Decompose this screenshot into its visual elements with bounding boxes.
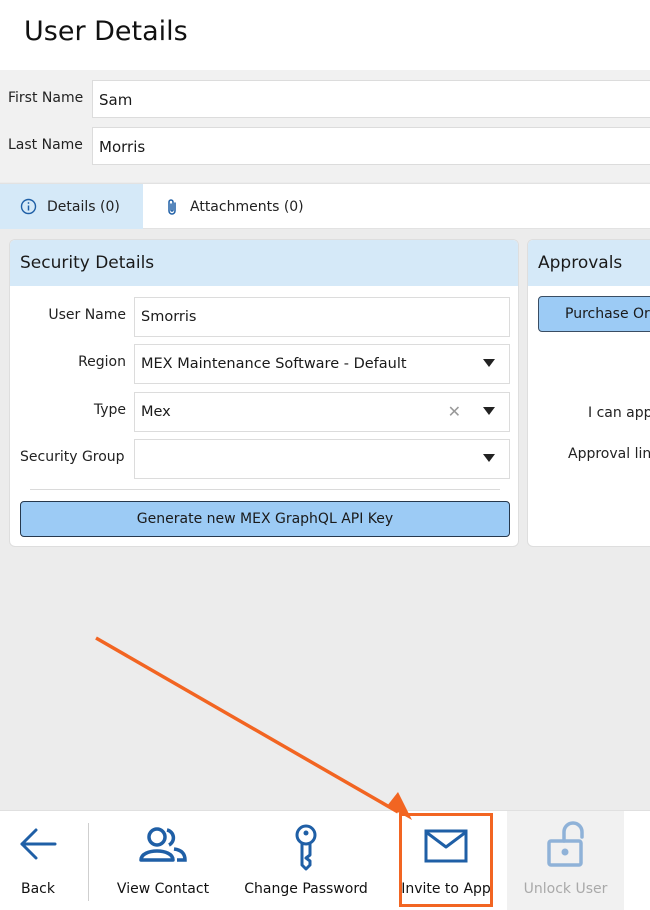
back-label: Back — [21, 881, 55, 897]
info-icon — [20, 198, 37, 215]
type-value: Mex — [141, 404, 171, 420]
region-select[interactable]: MEX Maintenance Software - Default — [134, 344, 510, 384]
security-details-title: Security Details — [10, 240, 518, 286]
security-group-label: Security Group — [20, 449, 125, 465]
approvals-card: Approvals Purchase Or I can app Approval… — [527, 239, 650, 547]
users-icon — [138, 826, 188, 868]
unlock-user-button[interactable]: Unlock User — [507, 811, 624, 910]
clear-icon[interactable]: ✕ — [448, 402, 461, 421]
purchase-order-button[interactable]: Purchase Or — [538, 296, 650, 332]
type-label: Type — [93, 402, 126, 418]
tab-details[interactable]: Details (0) — [0, 184, 143, 229]
change-password-label: Change Password — [244, 881, 368, 897]
can-approve-label: I can app — [588, 405, 650, 421]
unlock-icon — [547, 821, 587, 871]
user-name-label: User Name — [48, 307, 126, 323]
arrow-left-icon — [18, 827, 58, 865]
unlock-user-label: Unlock User — [523, 881, 608, 897]
tab-attachments-label: Attachments (0) — [190, 198, 304, 215]
highlight-box — [399, 813, 493, 907]
divider — [30, 489, 500, 490]
page-title: User Details — [24, 16, 188, 47]
generate-api-key-button[interactable]: Generate new MEX GraphQL API Key — [20, 501, 510, 537]
change-password-button[interactable]: Change Password — [236, 811, 376, 910]
first-name-field[interactable]: Sam — [92, 80, 650, 118]
last-name-row: Last Name Morris — [0, 127, 650, 167]
key-icon — [290, 823, 322, 875]
tab-attachments[interactable]: Attachments (0) — [164, 184, 304, 229]
region-value: MEX Maintenance Software - Default — [141, 356, 407, 372]
view-contact-label: View Contact — [116, 881, 210, 897]
last-name-field[interactable]: Morris — [92, 127, 650, 165]
type-select[interactable]: Mex ✕ — [134, 392, 510, 432]
approvals-title: Approvals — [528, 240, 650, 286]
paperclip-icon — [164, 198, 180, 216]
view-contact-button[interactable]: View Contact — [104, 811, 222, 910]
back-button[interactable]: Back — [0, 811, 76, 910]
region-label: Region — [78, 354, 126, 370]
chevron-down-icon[interactable] — [483, 407, 495, 415]
bottom-toolbar: Back View Contact Change Password Invite… — [0, 810, 650, 910]
approval-limit-label: Approval lin — [568, 446, 650, 462]
tab-bar: Details (0) Attachments (0) — [0, 183, 650, 229]
first-name-row: First Name Sam — [0, 80, 650, 120]
user-name-input[interactable]: Smorris — [134, 297, 510, 337]
toolbar-divider — [88, 823, 89, 901]
chevron-down-icon[interactable] — [483, 454, 495, 462]
security-group-select[interactable] — [134, 439, 510, 479]
tab-details-label: Details (0) — [47, 198, 120, 215]
last-name-label: Last Name — [8, 137, 83, 153]
chevron-down-icon[interactable] — [483, 359, 495, 367]
first-name-label: First Name — [8, 90, 84, 106]
name-panel: First Name Sam Last Name Morris — [0, 70, 650, 182]
page-header: User Details — [0, 0, 650, 70]
security-details-card: Security Details User Name Smorris Regio… — [9, 239, 519, 547]
